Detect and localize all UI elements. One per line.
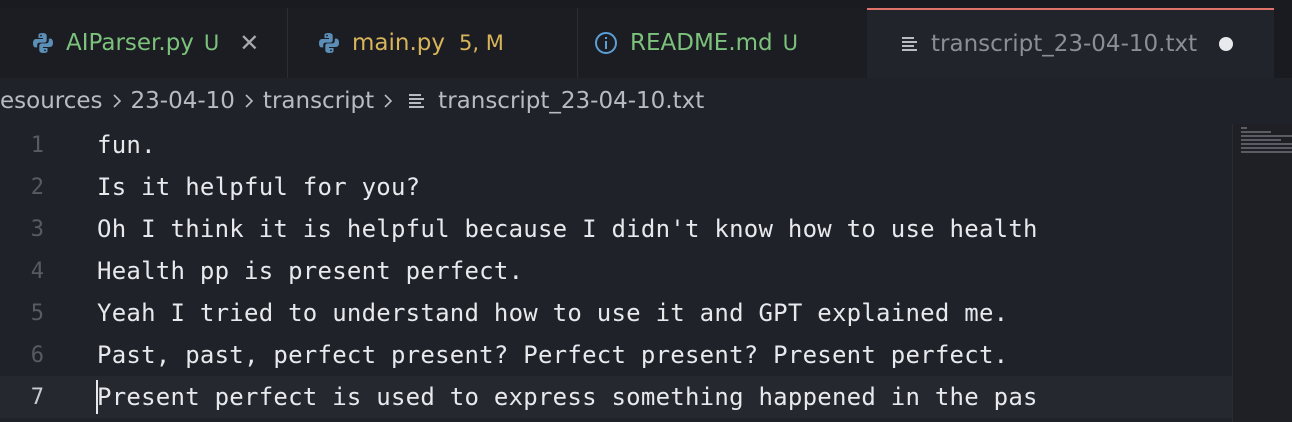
editor-line: 1 fun.	[0, 124, 1232, 166]
line-text: Past, past, perfect present? Perfect pre…	[97, 341, 1009, 369]
editor-line: 4 Health pp is present perfect.	[0, 250, 1232, 292]
line-text: Health pp is present perfect.	[97, 257, 524, 285]
git-status-badge: U	[782, 31, 799, 55]
breadcrumb: esources 23-04-10 transcript transcript_…	[0, 78, 1292, 124]
minimap-line	[1241, 151, 1292, 153]
breadcrumb-file[interactable]: transcript_23-04-10.txt	[438, 88, 704, 114]
git-status-badge: 5, M	[459, 31, 504, 55]
info-icon	[594, 31, 618, 55]
tab-label: README.md	[630, 30, 773, 56]
minimap-line	[1241, 139, 1281, 141]
tab-transcript[interactable]: transcript_23-04-10.txt	[867, 8, 1274, 78]
tab-bar: AIParser.py U ✕ main.py 5, M README.md U	[0, 0, 1292, 78]
line-text: Oh I think it is helpful because I didn'…	[97, 215, 1038, 243]
line-number: 2	[30, 174, 44, 200]
breadcrumb-item[interactable]: 23-04-10	[131, 88, 235, 114]
chevron-right-icon	[243, 91, 255, 111]
git-status-badge: U	[203, 31, 220, 55]
text-file-icon	[408, 92, 426, 110]
editor-line: 3 Oh I think it is helpful because I did…	[0, 208, 1232, 250]
editor-line: 6 Past, past, perfect present? Perfect p…	[0, 334, 1232, 376]
tab-label: transcript_23-04-10.txt	[931, 31, 1198, 57]
text-file-icon	[901, 35, 919, 53]
editor-line: 2 Is it helpful for you?	[0, 166, 1232, 208]
editor-text-area[interactable]: 1 fun. 2 Is it helpful for you? 3 Oh I t…	[0, 124, 1232, 422]
minimap-line	[1241, 127, 1247, 129]
line-number: 3	[30, 216, 44, 242]
unsaved-dot-icon[interactable]	[1219, 37, 1234, 51]
breadcrumb-item[interactable]: esources	[0, 88, 103, 114]
line-number: 4	[30, 258, 44, 284]
tab-main[interactable]: main.py 5, M	[288, 8, 577, 78]
line-number: 6	[30, 342, 44, 368]
chevron-right-icon	[382, 91, 394, 111]
close-icon[interactable]: ✕	[239, 29, 259, 57]
python-icon	[32, 32, 54, 54]
minimap-line	[1241, 147, 1292, 149]
line-text: Is it helpful for you?	[97, 173, 421, 201]
tab-aiparser[interactable]: AIParser.py U ✕	[0, 8, 287, 78]
breadcrumb-item[interactable]: transcript	[263, 88, 374, 114]
line-number: 1	[30, 132, 44, 158]
line-number: 7	[30, 384, 44, 410]
chevron-right-icon	[111, 91, 123, 111]
python-icon	[318, 32, 340, 54]
minimap[interactable]	[1232, 124, 1292, 422]
tab-label: AIParser.py	[66, 30, 194, 56]
editor-line-current: 7 Present perfect is used to express som…	[0, 376, 1232, 418]
line-text: fun.	[97, 131, 156, 159]
minimap-line	[1241, 135, 1292, 137]
tab-readme[interactable]: README.md U	[578, 8, 867, 78]
minimap-line	[1241, 131, 1271, 133]
editor-line: 5 Yeah I tried to understand how to use …	[0, 292, 1232, 334]
line-text: Yeah I tried to understand how to use it…	[97, 299, 1009, 327]
line-text: Present perfect is used to express somet…	[97, 383, 1038, 411]
minimap-line	[1241, 143, 1292, 145]
line-number: 5	[30, 300, 44, 326]
tab-label: main.py	[352, 30, 445, 56]
